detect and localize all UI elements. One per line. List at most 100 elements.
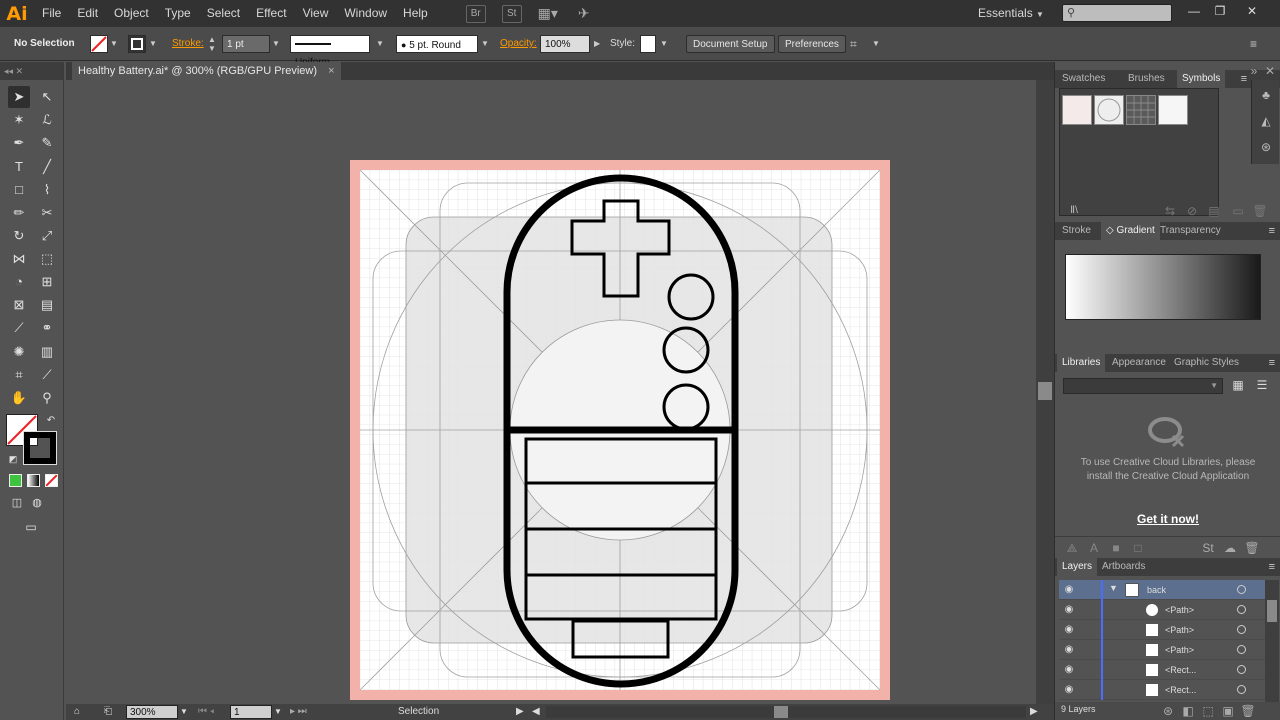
scissors-tool-icon[interactable]: ✂ (36, 202, 58, 224)
stroke-swatch[interactable] (128, 35, 146, 53)
menu-object[interactable]: Object (106, 0, 157, 27)
artboard-tool-icon[interactable]: ⌗ (8, 364, 30, 386)
eyedropper-tool-icon[interactable]: ⟋ (8, 317, 30, 339)
tab-brushes[interactable]: Brushes (1123, 70, 1170, 88)
hscroll-right-icon[interactable]: ▶ (1030, 704, 1038, 720)
menu-select[interactable]: Select (199, 0, 248, 27)
library-select[interactable]: ▼ (1063, 378, 1223, 394)
text-style-icon[interactable]: A (1085, 539, 1103, 557)
draw-inside-icon[interactable]: ◍ (26, 492, 48, 514)
gradient-mode-button[interactable] (27, 474, 40, 487)
locate-object-icon[interactable]: ⊛ (1159, 702, 1177, 720)
close-window-button[interactable]: ✕ (1240, 4, 1264, 22)
zoom-field[interactable]: 300% (126, 705, 178, 719)
screen-mode-icon[interactable]: ▭ (20, 516, 42, 538)
symbol-options-icon[interactable]: ▤ (1205, 202, 1223, 220)
delete-layer-icon[interactable]: 🗑 (1239, 702, 1257, 720)
tab-symbols[interactable]: Symbols (1177, 70, 1226, 88)
default-colors-icon[interactable]: ◩ (2, 448, 24, 470)
navigator-strip-icon[interactable]: ⊛ (1257, 138, 1275, 156)
status-arrow-icon[interactable]: ▶ (516, 704, 524, 720)
symbol-sprayer-tool-icon[interactable]: ✺ (8, 341, 30, 363)
direct-selection-tool-icon[interactable]: ↖ (36, 86, 58, 108)
width-tool-icon[interactable]: ⋈ (8, 248, 30, 270)
stock-footer-icon[interactable]: St (1199, 539, 1217, 557)
sync-icon[interactable]: ☁ (1221, 539, 1239, 557)
gradient-tool-icon[interactable]: ▤ (36, 294, 58, 316)
shape-builder-tool-icon[interactable]: ◔ (8, 271, 30, 293)
selection-tool-icon[interactable]: ➤ (8, 86, 30, 108)
visibility-eye-icon[interactable]: ◉ (1063, 584, 1075, 596)
tab-stroke[interactable]: Stroke (1057, 222, 1096, 240)
tab-gradient[interactable]: ◇ Gradient (1101, 222, 1160, 240)
symbol-libraries-icon[interactable]: Ⅱ\ (1065, 202, 1083, 220)
rectangle-tool-icon[interactable]: □ (8, 179, 30, 201)
layer-row[interactable]: ◉ <Rect... (1059, 660, 1265, 680)
layer-target-icon[interactable] (1237, 605, 1246, 614)
panel-menu-icon[interactable]: ≡ (1269, 354, 1275, 372)
layers-scrollbar[interactable] (1265, 580, 1279, 702)
tab-artboards[interactable]: Artboards (1097, 558, 1150, 576)
menu-file[interactable]: File (34, 0, 69, 27)
new-symbol-icon[interactable]: ▭ (1229, 202, 1247, 220)
list-view-icon[interactable]: ☰ (1253, 376, 1271, 394)
color-swatch-icon[interactable]: ■ (1107, 539, 1125, 557)
symbol-thumb[interactable] (1062, 95, 1092, 125)
stroke-label[interactable]: Stroke: (172, 35, 204, 53)
layer-row[interactable]: ◉ ▼ back (1059, 580, 1265, 600)
scale-tool-icon[interactable]: ⤢ (36, 225, 58, 247)
gpu-performance-icon[interactable]: ✈ (574, 5, 594, 23)
zoom-dropdown-icon[interactable]: ▼ (180, 704, 188, 720)
gradient-preview[interactable] (1065, 254, 1261, 320)
hscroll-left-icon[interactable]: ◀ (532, 704, 540, 720)
free-transform-tool-icon[interactable]: ⬚ (36, 248, 58, 270)
lasso-tool-icon[interactable]: ℒ (36, 109, 58, 131)
pen-tool-icon[interactable]: ✒ (8, 132, 30, 154)
symbol-thumb[interactable] (1126, 95, 1156, 125)
slice-tool-icon[interactable]: ⟋ (36, 364, 58, 386)
close-panel-icon[interactable]: ✕ (1261, 62, 1279, 80)
fill-swatch[interactable] (90, 35, 108, 53)
clipping-mask-icon[interactable]: ◧ (1179, 702, 1197, 720)
layer-row[interactable]: ◉ <Path> (1059, 640, 1265, 660)
restore-button[interactable]: ❐ (1208, 4, 1232, 22)
layer-row[interactable]: ◉ <Rect... (1059, 680, 1265, 700)
search-input[interactable]: ⚲ (1062, 4, 1172, 22)
preferences-button[interactable]: Preferences (778, 35, 846, 53)
delete-icon[interactable]: 🗑 (1243, 539, 1261, 557)
menu-help[interactable]: Help (395, 0, 436, 27)
layer-target-icon[interactable] (1237, 685, 1246, 694)
arrange-icon[interactable]: ⌗ (850, 35, 857, 53)
layer-target-icon[interactable] (1237, 665, 1246, 674)
pencil-tool-icon[interactable]: ✏ (8, 202, 30, 224)
new-layer-icon[interactable]: ▣ (1219, 702, 1237, 720)
visibility-eye-icon[interactable]: ◉ (1063, 604, 1075, 616)
draw-mode-icon[interactable]: ◫ (6, 492, 28, 514)
add-content-icon[interactable]: ⟁ (1063, 539, 1081, 557)
expand-triangle-icon[interactable]: ▼ (1109, 583, 1118, 593)
style-swatch[interactable] (640, 35, 656, 53)
layers-scroll-thumb[interactable] (1267, 600, 1277, 622)
share-icon[interactable]: ⎗ (104, 704, 112, 720)
fill-dropdown-icon[interactable]: ▼ (110, 35, 118, 53)
graphic-styles-strip-icon[interactable]: ◭ (1257, 112, 1275, 130)
artboard-number-field[interactable]: 1 (230, 705, 272, 719)
visibility-eye-icon[interactable]: ◉ (1063, 684, 1075, 696)
stroke-stepper-icon[interactable]: ▲ ▼ (208, 35, 216, 53)
stroke-profile-select[interactable]: Uniform (290, 35, 370, 68)
menu-window[interactable]: Window (336, 0, 395, 27)
column-graph-tool-icon[interactable]: ▥ (36, 341, 58, 363)
panel-menu-icon[interactable]: ≡ (1269, 558, 1275, 576)
delete-symbol-icon[interactable]: 🗑 (1251, 202, 1269, 220)
vertical-scrollbar[interactable] (1036, 80, 1054, 704)
opacity-arrow-icon[interactable]: ▶ (594, 35, 600, 53)
tab-libraries[interactable]: Libraries (1057, 354, 1106, 372)
swap-colors-icon[interactable]: ↶ (40, 410, 62, 432)
stroke-weight-field[interactable]: 1 pt (222, 35, 270, 53)
layer-target-icon[interactable] (1237, 585, 1246, 594)
arrange-dropdown-icon[interactable]: ▼ (872, 35, 880, 53)
panel-menu-icon[interactable]: ≡ (1269, 222, 1275, 240)
brush-dropdown-icon[interactable]: ▼ (481, 35, 489, 53)
layer-row[interactable]: ◉ <Path> (1059, 600, 1265, 620)
curvature-tool-icon[interactable]: ✎ (36, 132, 58, 154)
